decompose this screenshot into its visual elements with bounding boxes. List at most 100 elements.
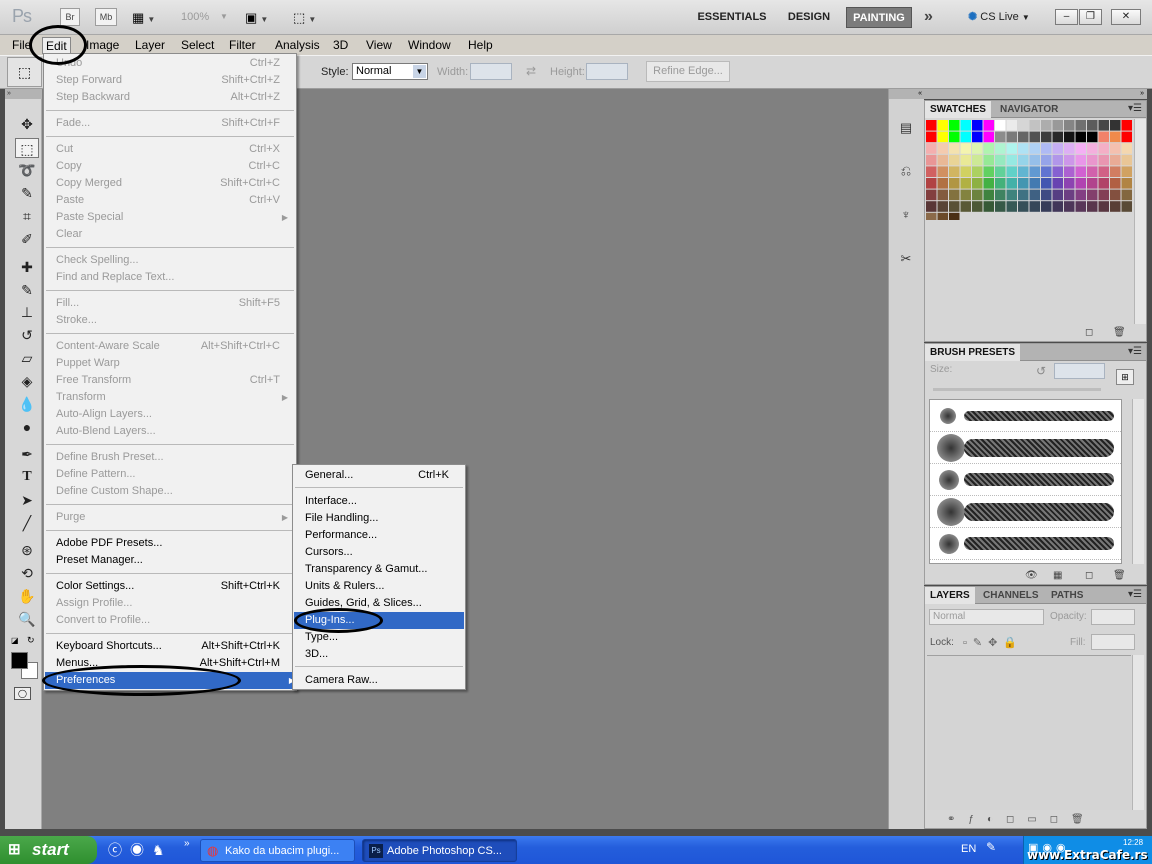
color-swatch[interactable] <box>937 189 949 201</box>
color-swatch[interactable] <box>1018 201 1029 212</box>
color-swatch[interactable] <box>937 143 949 154</box>
edit-menu-item-preset-manager[interactable]: Preset Manager... <box>56 552 288 569</box>
color-swatch[interactable] <box>1087 120 1098 131</box>
color-swatch[interactable] <box>1029 201 1041 212</box>
swatches-scrollbar[interactable] <box>1134 119 1146 324</box>
color-swatch[interactable] <box>949 143 960 154</box>
color-swatch[interactable] <box>1006 201 1018 212</box>
color-swatch[interactable] <box>995 131 1006 143</box>
edit-menu-item-define-custom-shape[interactable]: Define Custom Shape... <box>56 483 288 500</box>
start-button[interactable]: ⊞ start <box>0 836 97 864</box>
color-swatch[interactable] <box>972 166 983 177</box>
brush-preset-row[interactable] <box>930 464 1121 496</box>
menu-layer[interactable]: Layer <box>132 37 168 54</box>
color-swatch[interactable] <box>1064 154 1075 166</box>
bridge-button[interactable]: Br <box>60 8 80 26</box>
workspace-painting[interactable]: PAINTING <box>846 7 912 28</box>
color-swatch[interactable] <box>1041 201 1052 212</box>
color-swatch[interactable] <box>1041 120 1052 131</box>
color-swatch[interactable] <box>1041 131 1052 143</box>
color-swatch[interactable] <box>1121 201 1133 212</box>
color-swatch[interactable] <box>983 143 995 154</box>
toggle-brush-view-icon[interactable]: 👁 <box>1025 570 1038 581</box>
arrange-documents-dropdown[interactable]: ▣ ▼ <box>245 10 279 26</box>
color-swatch[interactable] <box>995 120 1006 131</box>
color-swatch[interactable] <box>1018 120 1029 131</box>
task-browser[interactable]: ◍ Kako da ubacim plugi... <box>200 839 355 862</box>
color-swatch[interactable] <box>1018 189 1029 201</box>
fill-input[interactable] <box>1091 634 1135 650</box>
color-swatch[interactable] <box>1052 201 1064 212</box>
edit-menu-item-convert-to-profile[interactable]: Convert to Profile... <box>56 612 288 629</box>
color-swatch[interactable] <box>983 178 995 189</box>
color-swatch[interactable] <box>1064 166 1075 177</box>
preferences-item-cursors[interactable]: Cursors... <box>305 544 457 561</box>
history-panel-icon[interactable]: ⎌ <box>894 158 918 182</box>
more-workspaces-icon[interactable]: » <box>924 8 933 26</box>
color-swatch[interactable] <box>1075 143 1087 154</box>
color-swatch[interactable] <box>937 154 949 166</box>
color-swatch[interactable] <box>1052 143 1064 154</box>
eraser-tool-icon[interactable]: ▱ <box>15 348 39 368</box>
3d-rotate-tool-icon[interactable]: ⊛ <box>15 540 39 560</box>
color-swatch[interactable] <box>995 166 1006 177</box>
type-tool-icon[interactable]: T <box>15 467 39 487</box>
color-swatch[interactable] <box>926 189 937 201</box>
foreground-color-swatch[interactable] <box>11 652 28 669</box>
refine-edge-button[interactable]: Refine Edge... <box>646 61 730 82</box>
color-swatch[interactable] <box>960 189 972 201</box>
color-swatch[interactable] <box>1052 189 1064 201</box>
color-swatch[interactable] <box>1029 189 1041 201</box>
color-swatch[interactable] <box>983 189 995 201</box>
edit-menu-item-assign-profile[interactable]: Assign Profile... <box>56 595 288 612</box>
brush-preset-row[interactable] <box>930 496 1121 528</box>
color-swatch[interactable] <box>960 178 972 189</box>
crop-tool-icon[interactable]: ⌗ <box>15 206 39 226</box>
color-swatch[interactable] <box>1052 166 1064 177</box>
color-swatch[interactable] <box>1041 143 1052 154</box>
task-photoshop[interactable]: Ps Adobe Photoshop CS... <box>362 839 517 862</box>
color-swatch[interactable] <box>926 212 937 220</box>
color-swatch[interactable] <box>949 189 960 201</box>
3d-orbit-tool-icon[interactable]: ⟲ <box>15 563 39 583</box>
color-swatch[interactable] <box>1110 131 1121 143</box>
edit-menu-item-content-aware-scale[interactable]: Content-Aware Scale Alt+Shift+Ctrl+C <box>56 338 288 355</box>
color-swatch[interactable] <box>960 143 972 154</box>
color-swatch[interactable] <box>1098 143 1110 154</box>
edit-menu-item-check-spelling[interactable]: Check Spelling... <box>56 252 288 269</box>
color-swatch[interactable] <box>1029 166 1041 177</box>
color-swatch[interactable] <box>1121 189 1133 201</box>
color-swatch[interactable] <box>995 189 1006 201</box>
restore-button[interactable]: ❐ <box>1079 9 1102 25</box>
color-swatch[interactable] <box>1075 166 1087 177</box>
color-swatch[interactable] <box>1110 166 1121 177</box>
edit-menu-item-color-settings[interactable]: Color Settings... Shift+Ctrl+K <box>56 578 288 595</box>
brush-presets-grid-icon[interactable]: ▦ <box>1053 570 1062 581</box>
color-swatch[interactable] <box>937 201 949 212</box>
path-selection-tool-icon[interactable]: ➤ <box>15 490 39 510</box>
brush-panel-toggle-icon[interactable]: ⊞ <box>1116 369 1134 385</box>
panel-menu-icon[interactable]: ▾☰ <box>1128 589 1142 600</box>
color-swatch[interactable] <box>949 166 960 177</box>
color-swatch[interactable] <box>983 154 995 166</box>
color-swatch[interactable] <box>1064 178 1075 189</box>
color-swatch[interactable] <box>1087 131 1098 143</box>
preferences-item-transparency-gamut[interactable]: Transparency & Gamut... <box>305 561 457 578</box>
menu-3d[interactable]: 3D <box>330 37 351 54</box>
minibridge-button[interactable]: Mb <box>95 8 117 26</box>
color-swatch[interactable] <box>1052 178 1064 189</box>
edit-menu-item-fill[interactable]: Fill... Shift+F5 <box>56 295 288 312</box>
brush-preset-row[interactable] <box>930 560 1121 563</box>
move-tool-icon[interactable]: ✥ <box>15 114 39 134</box>
color-swatch[interactable] <box>1041 189 1052 201</box>
menu-help[interactable]: Help <box>465 37 496 54</box>
color-swatch[interactable] <box>1006 189 1018 201</box>
color-swatch[interactable] <box>1098 178 1110 189</box>
edit-menu-item-cut[interactable]: Cut Ctrl+X <box>56 141 288 158</box>
trash-icon[interactable]: 🗑 <box>1113 570 1126 581</box>
color-swatch[interactable] <box>1006 178 1018 189</box>
collapse-panels-icon[interactable]: » <box>924 89 1147 99</box>
color-swatch[interactable] <box>1029 143 1041 154</box>
edit-menu-item-fade[interactable]: Fade... Shift+Ctrl+F <box>56 115 288 132</box>
preferences-item-interface[interactable]: Interface... <box>305 493 457 510</box>
